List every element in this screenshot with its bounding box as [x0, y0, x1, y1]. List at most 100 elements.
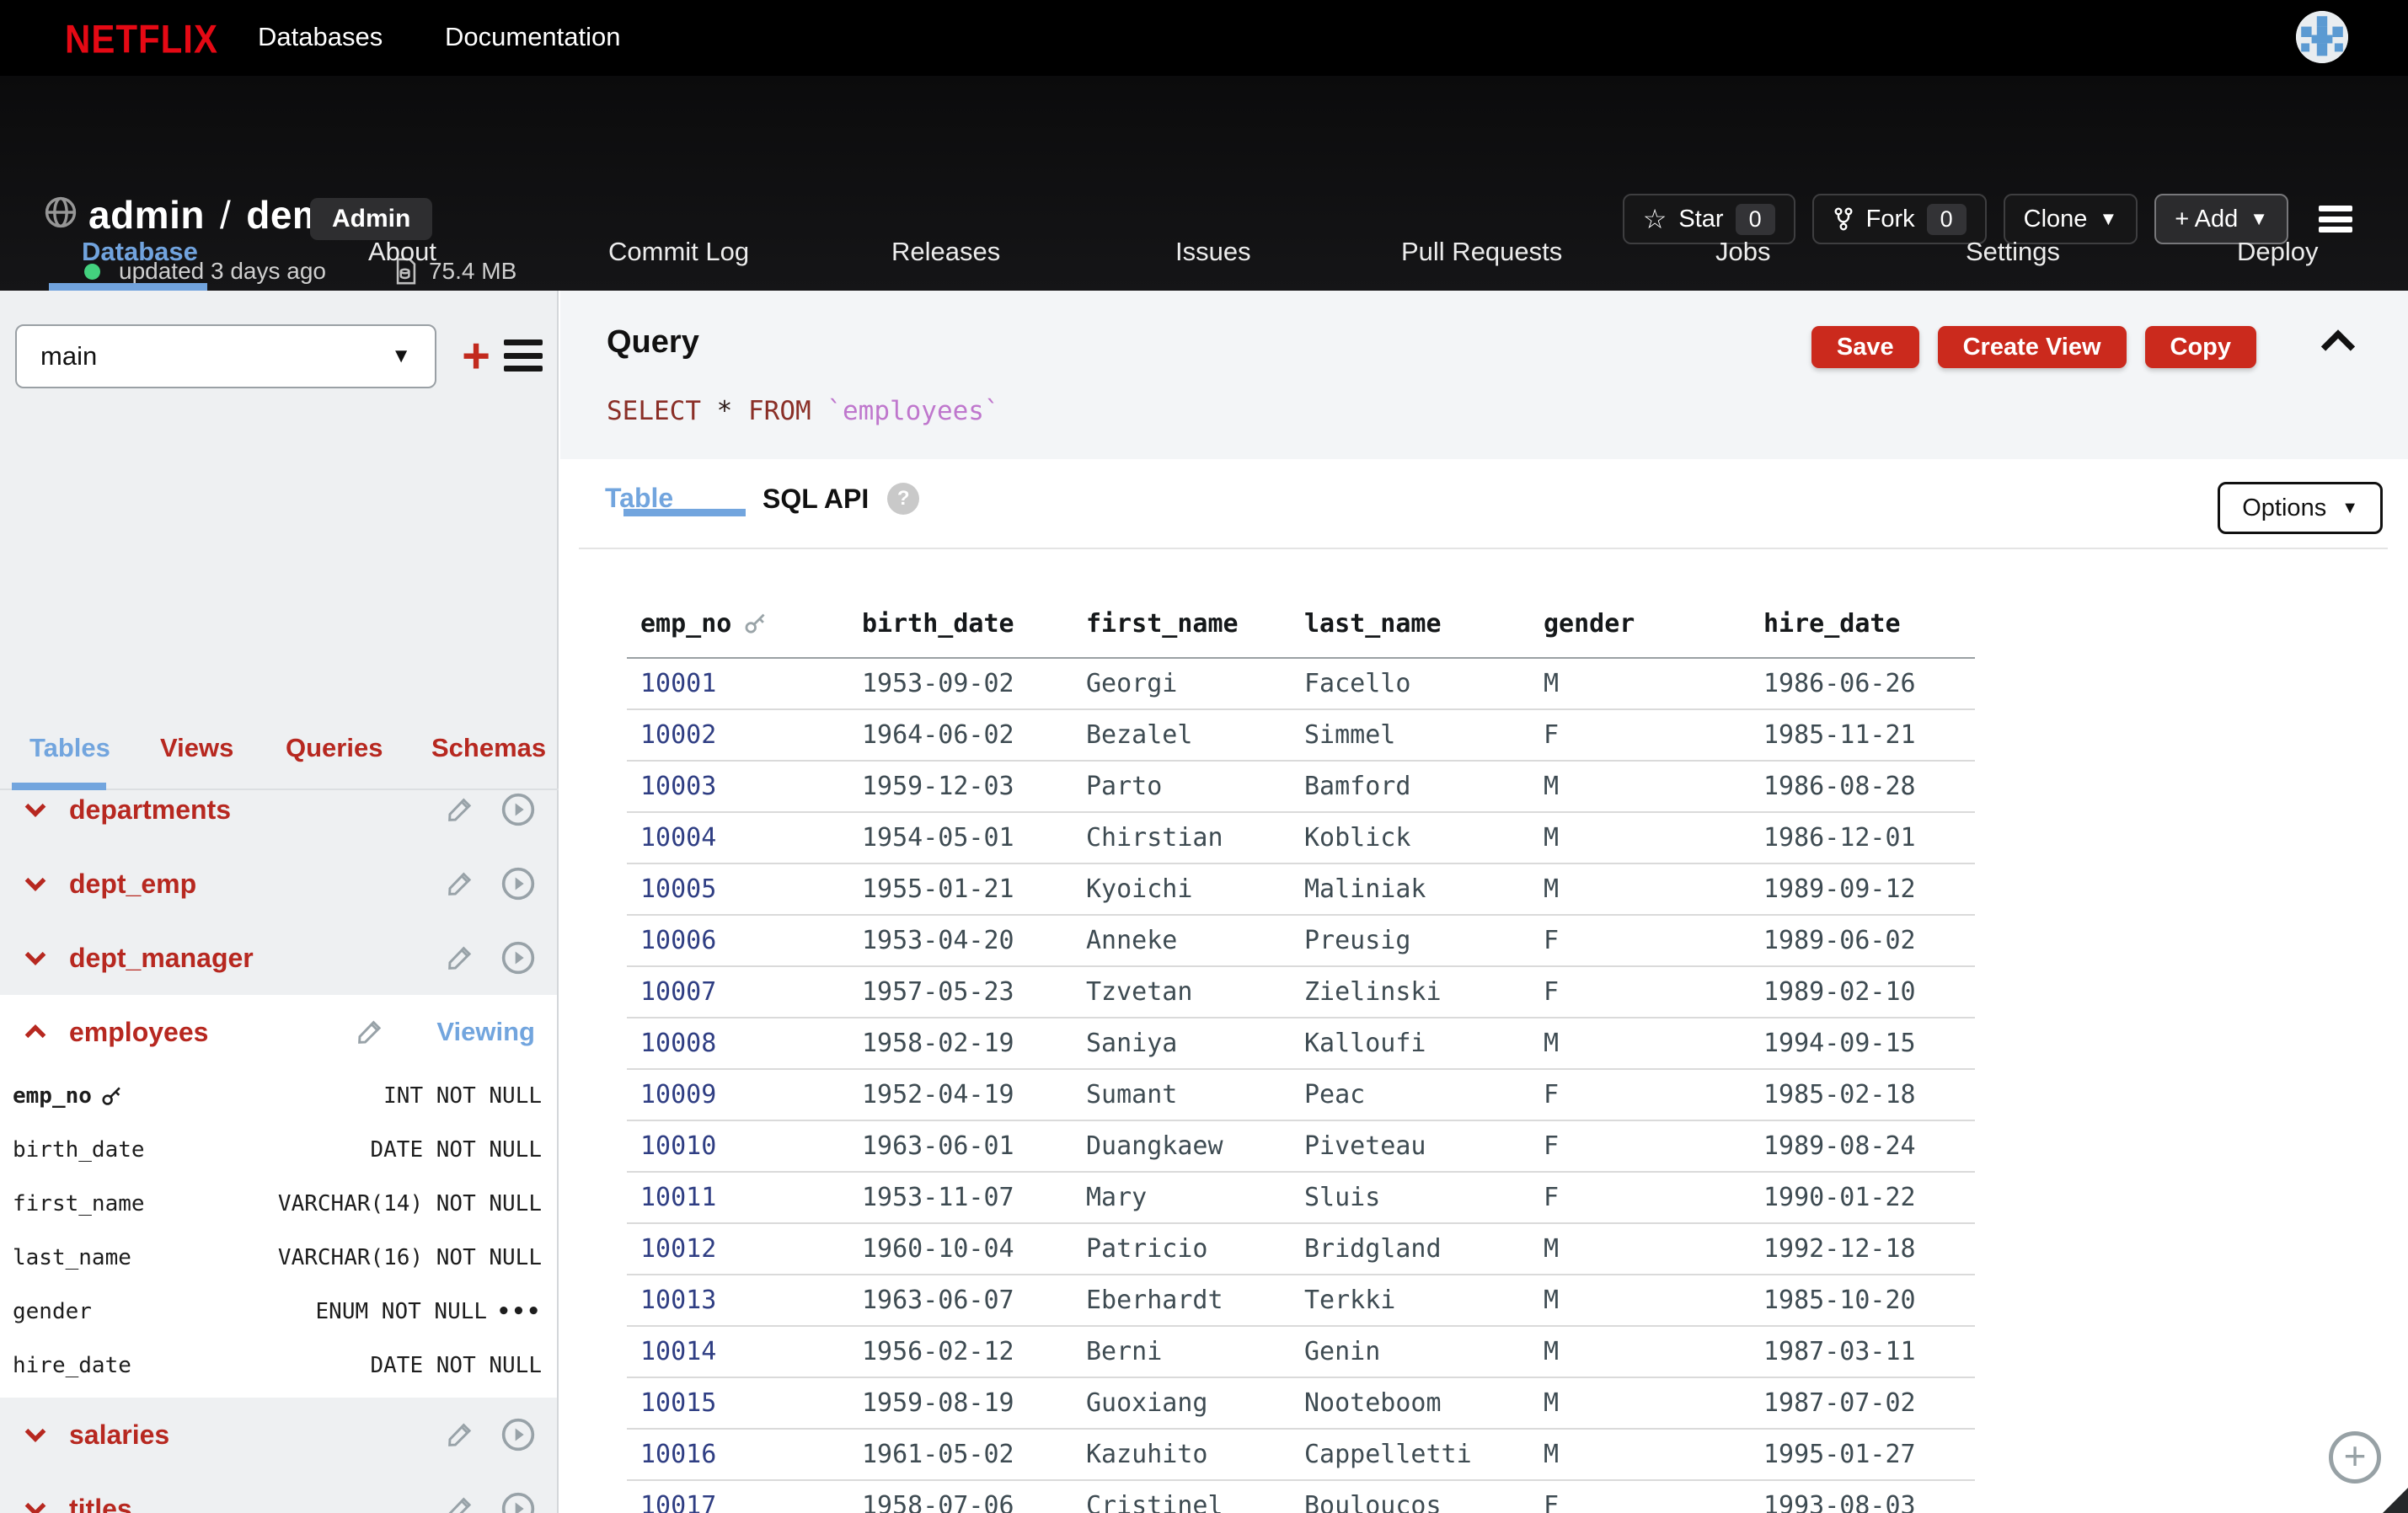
row-id-link[interactable]: 10007 [627, 977, 848, 1007]
row-id-link[interactable]: 10008 [627, 1029, 848, 1058]
table-item-dept_manager[interactable]: dept_manager [0, 921, 557, 995]
table-item-departments[interactable]: departments [0, 773, 557, 847]
run-table-icon[interactable] [501, 867, 535, 901]
run-table-icon[interactable] [501, 1492, 535, 1513]
sidebar-tab-schemas[interactable]: Schemas [431, 733, 546, 763]
table-row: 100171958-07-06CristinelBouloucosF1993-0… [627, 1481, 1975, 1513]
sidebar-tab-tables[interactable]: Tables [29, 733, 110, 763]
tab-table[interactable]: Table [605, 483, 673, 514]
row-id-link[interactable]: 10014 [627, 1337, 848, 1366]
table-item-titles[interactable]: titles [0, 1472, 557, 1513]
run-table-icon[interactable] [501, 793, 535, 826]
run-table-icon[interactable] [501, 941, 535, 975]
column-header-hire_date[interactable]: hire_date [1750, 609, 1975, 639]
table-cell: Saniya [1073, 1029, 1291, 1058]
table-cell: Sumant [1073, 1080, 1291, 1109]
tab-database[interactable]: Database [82, 237, 198, 267]
row-id-link[interactable]: 10011 [627, 1183, 848, 1212]
results-table: emp_nobirth_datefirst_namelast_name gende… [627, 590, 1975, 1513]
table-cell: 1953-09-02 [848, 669, 1073, 698]
table-row: 100091952-04-19SumantPeacF1985-02-18 [627, 1070, 1975, 1121]
chevron-down-icon[interactable] [24, 801, 52, 818]
row-id-link[interactable]: 10001 [627, 669, 848, 698]
sidebar-tab-queries[interactable]: Queries [286, 733, 383, 763]
table-name: salaries [69, 1419, 446, 1451]
table-cell: Eberhardt [1073, 1286, 1291, 1315]
branch-select[interactable]: main ▼ [15, 324, 436, 388]
edit-table-icon[interactable] [356, 1018, 384, 1046]
row-id-link[interactable]: 10006 [627, 926, 848, 955]
tab-commit-log[interactable]: Commit Log [608, 237, 749, 267]
table-row: 100081958-02-19SaniyaKalloufiM1994-09-15 [627, 1018, 1975, 1070]
table-item-actions [446, 867, 535, 901]
column-header-last_name[interactable]: last_name [1291, 609, 1530, 639]
top-nav-link-documentation[interactable]: Documentation [445, 22, 621, 52]
table-cell: Parto [1073, 772, 1291, 801]
column-row-first_name: first_nameVARCHAR(14) NOT NULL [0, 1177, 557, 1231]
chevron-down-icon[interactable] [24, 949, 52, 966]
tab-pull-requests[interactable]: Pull Requests [1401, 237, 1562, 267]
save-button[interactable]: Save [1811, 326, 1919, 368]
column-header-birth_date[interactable]: birth_date [848, 609, 1073, 639]
edit-table-icon[interactable] [446, 1420, 474, 1449]
tab-settings[interactable]: Settings [1966, 237, 2060, 267]
column-header-first_name[interactable]: first_name [1073, 609, 1291, 639]
table-item-dept_emp[interactable]: dept_emp [0, 847, 557, 921]
tab-about[interactable]: About [368, 237, 436, 267]
edit-table-icon[interactable] [446, 1494, 474, 1513]
tab-jobs[interactable]: Jobs [1715, 237, 1770, 267]
collapse-query-icon[interactable] [2319, 328, 2357, 353]
table-item-actions [446, 941, 535, 975]
table-item-salaries[interactable]: salaries [0, 1398, 557, 1472]
new-branch-button[interactable]: + [451, 331, 501, 382]
sidebar-tab-views[interactable]: Views [160, 733, 233, 763]
column-header-gender[interactable]: gender [1530, 609, 1750, 639]
tab-issues[interactable]: Issues [1175, 237, 1251, 267]
top-nav-link-databases[interactable]: Databases [258, 22, 383, 52]
tab-sql-api[interactable]: SQL API ? [763, 483, 919, 515]
sql-query-text[interactable]: SELECT * FROM `employees` [607, 396, 1000, 426]
branch-menu-icon[interactable] [504, 339, 543, 372]
chevron-down-icon[interactable] [24, 875, 52, 892]
column-overflow-icon[interactable]: ••• [497, 1299, 542, 1324]
table-row: 100031959-12-03PartoBamfordM1986-08-28 [627, 762, 1975, 813]
table-cell: Patricio [1073, 1234, 1291, 1264]
active-tab-underline [49, 283, 207, 291]
edit-table-icon[interactable] [446, 869, 474, 898]
edit-table-icon[interactable] [446, 795, 474, 824]
run-table-icon[interactable] [501, 1418, 535, 1452]
table-list: departmentsdept_empdept_manageremployees… [0, 773, 557, 1513]
row-id-link[interactable]: 10015 [627, 1388, 848, 1418]
row-id-link[interactable]: 10012 [627, 1234, 848, 1264]
column-header-emp_no[interactable]: emp_no [627, 609, 848, 639]
copy-button[interactable]: Copy [2145, 326, 2257, 368]
row-id-link[interactable]: 10016 [627, 1440, 848, 1469]
tab-releases[interactable]: Releases [891, 237, 1000, 267]
create-view-button[interactable]: Create View [1938, 326, 2127, 368]
table-cell: Simmel [1291, 720, 1530, 750]
table-row: 100131963-06-07EberhardtTerkkiM1985-10-2… [627, 1275, 1975, 1327]
row-id-link[interactable]: 10002 [627, 720, 848, 750]
options-button[interactable]: Options ▼ [2218, 482, 2383, 534]
table-cell: Bezalel [1073, 720, 1291, 750]
row-id-link[interactable]: 10017 [627, 1491, 848, 1513]
row-id-link[interactable]: 10005 [627, 874, 848, 904]
chevron-down-icon[interactable] [24, 1500, 52, 1513]
table-row: 100151959-08-19GuoxiangNooteboomM1987-07… [627, 1378, 1975, 1430]
row-id-link[interactable]: 10010 [627, 1131, 848, 1161]
chevron-down-icon[interactable] [24, 1426, 52, 1443]
row-id-link[interactable]: 10003 [627, 772, 848, 801]
netflix-logo[interactable]: NETFLIX [65, 17, 218, 62]
table-item-employees[interactable]: employeesViewing [0, 995, 557, 1069]
add-row-button[interactable]: + [2329, 1431, 2381, 1484]
table-cell: F [1530, 1080, 1750, 1109]
row-id-link[interactable]: 10013 [627, 1286, 848, 1315]
edit-table-icon[interactable] [446, 944, 474, 972]
column-header-label: gender [1544, 609, 1635, 639]
row-id-link[interactable]: 10009 [627, 1080, 848, 1109]
row-id-link[interactable]: 10004 [627, 823, 848, 853]
tab-deploy[interactable]: Deploy [2237, 237, 2319, 267]
help-icon[interactable]: ? [887, 483, 919, 515]
chevron-up-icon[interactable] [24, 1024, 52, 1040]
user-avatar[interactable] [2296, 11, 2348, 63]
